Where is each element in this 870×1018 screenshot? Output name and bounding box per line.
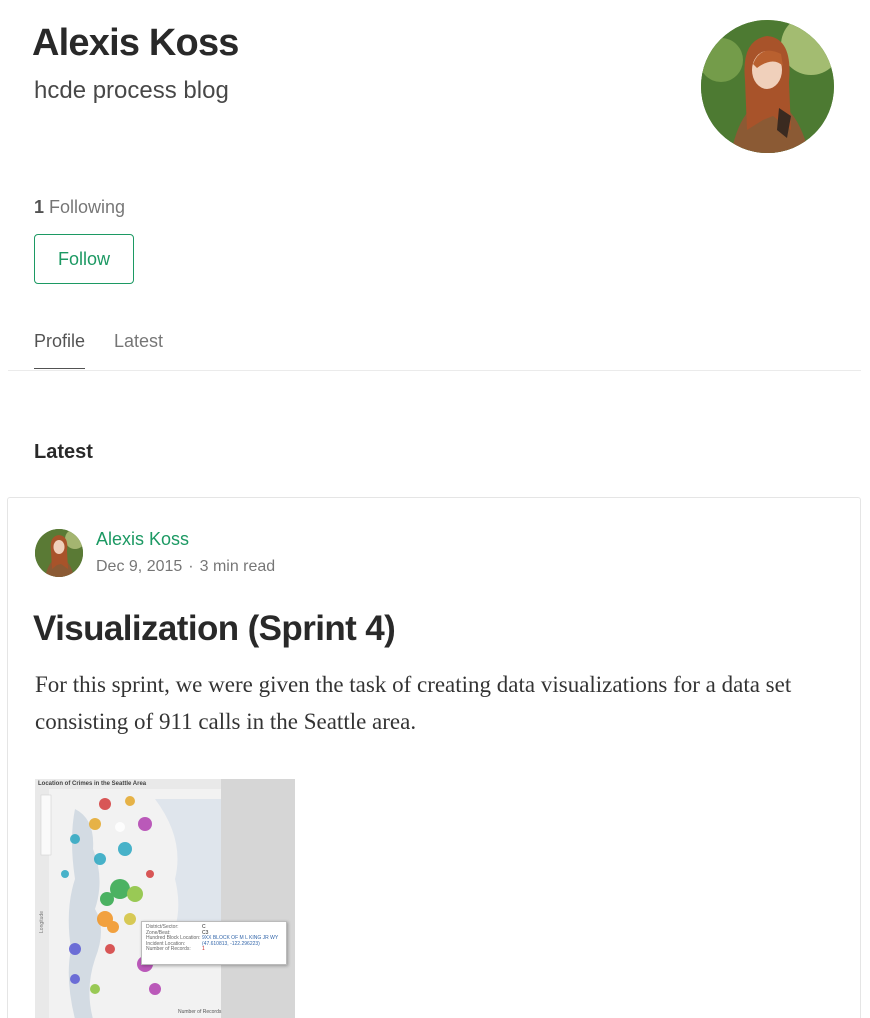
section-title-latest: Latest	[34, 441, 93, 463]
viz-title: Location of Crimes in the Seattle Area	[38, 781, 147, 787]
following-number: 1	[34, 197, 45, 217]
post-excerpt[interactable]: For this sprint, we were given the task …	[35, 666, 825, 740]
follow-button[interactable]: Follow	[34, 234, 134, 284]
post-card[interactable]: Alexis Koss Dec 9, 2015 · 3 min read Visua…	[7, 497, 861, 1018]
profile-name: Alexis Koss	[32, 22, 239, 64]
seattle-crime-map-image	[35, 779, 295, 1018]
meta-separator: ·	[188, 558, 194, 575]
tooltip-value: (47.610813, -122.296223)	[202, 940, 260, 947]
post-author-link[interactable]: Alexis Koss	[96, 526, 189, 552]
viz-tooltip: District/Sector: C Zone/Beat: C3 Hundred B…	[141, 921, 287, 965]
viz-footer-label: Number of Records	[178, 1009, 222, 1015]
profile-avatar[interactable]	[701, 20, 834, 153]
tooltip-key: Number of Records:	[146, 946, 191, 953]
tooltip-value: 1	[202, 946, 205, 953]
tab-profile[interactable]: Profile	[34, 328, 86, 369]
following-label: Following	[49, 197, 126, 217]
tooltip-row: Number of Records: 1	[146, 947, 282, 953]
viz-axis-label: Longitude	[38, 911, 45, 933]
post-read-time: 3 min read	[199, 558, 276, 575]
profile-page: Alexis Koss hcde process blog 1 Followin…	[0, 0, 870, 1018]
post-date[interactable]: Dec 9, 2015	[96, 558, 182, 575]
author-avatar-image	[35, 529, 83, 577]
tab-latest[interactable]: Latest	[114, 328, 163, 368]
post-meta: Dec 9, 2015 · 3 min read	[96, 555, 275, 579]
post-preview-image[interactable]: Location of Crimes in the Seattle Area L…	[35, 779, 295, 1018]
author-avatar[interactable]	[35, 529, 83, 577]
profile-bio: hcde process blog	[34, 77, 229, 104]
post-title[interactable]: Visualization (Sprint 4)	[33, 606, 396, 652]
avatar-portrait-image	[701, 20, 834, 153]
profile-tabs: Profile Latest	[8, 322, 861, 371]
following-count[interactable]: 1 Following	[34, 194, 125, 220]
